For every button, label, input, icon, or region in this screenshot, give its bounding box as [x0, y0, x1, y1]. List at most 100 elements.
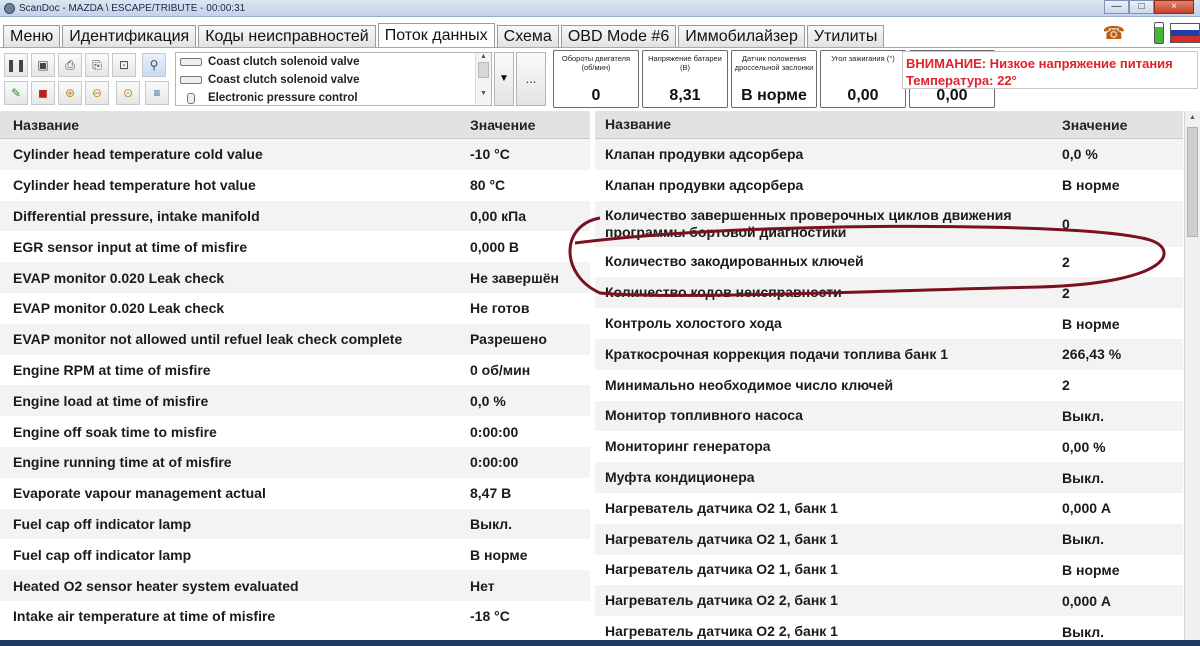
table-row[interactable]: Differential pressure, intake manifold 0,…: [0, 200, 590, 232]
tab-identification[interactable]: Идентификация: [62, 25, 197, 47]
close-button[interactable]: ×: [1154, 0, 1194, 14]
more-button[interactable]: ...: [516, 52, 546, 106]
table-row[interactable]: Engine RPM at time of misfire 0 об/мин: [0, 354, 590, 386]
cell-name: Differential pressure, intake manifold: [13, 207, 260, 224]
table-row[interactable]: Краткосрочная коррекция подачи топлива б…: [595, 338, 1183, 370]
maximize-button[interactable]: □: [1129, 0, 1154, 14]
tab-utilities[interactable]: Утилиты: [806, 25, 885, 47]
table-row[interactable]: Количество завершенных проверочных цикло…: [595, 200, 1183, 247]
list-item[interactable]: Electronic pressure control: [176, 89, 491, 107]
tab-trouble-codes[interactable]: Коды неисправностей: [198, 25, 376, 47]
table-row[interactable]: Контроль холостого хода В норме: [595, 308, 1183, 339]
russian-flag-icon[interactable]: [1170, 23, 1200, 43]
gauge-value: 0: [591, 87, 601, 104]
taskbar-strip: [0, 640, 1200, 646]
cell-name: Intake air temperature at time of misfir…: [13, 608, 276, 625]
column-header-value[interactable]: Значение: [457, 117, 590, 133]
column-header-name[interactable]: Название: [0, 117, 457, 133]
table-row[interactable]: Муфта кондиционера Выкл.: [595, 462, 1183, 493]
table-row[interactable]: Engine off soak time to misfire 0:00:00: [0, 416, 590, 447]
table-row[interactable]: Engine load at time of misfire 0,0 %: [0, 385, 590, 417]
pause-icon[interactable]: ❚❚: [4, 53, 28, 77]
gauge-engine-rpm[interactable]: Обороты двигателя (об/мин) 0: [553, 50, 639, 108]
table-row[interactable]: Fuel cap off indicator lamp В норме: [0, 539, 590, 571]
dropdown-button[interactable]: ▼: [494, 52, 514, 106]
tab-menu[interactable]: Меню: [3, 25, 61, 47]
cell-value: 0,00 %: [1062, 438, 1106, 455]
table-row[interactable]: Heated O2 sensor heater system evaluated…: [0, 570, 590, 601]
tab-obd-mode-6[interactable]: OBD Mode #6: [560, 25, 677, 47]
cell-name: Контроль холостого хода: [605, 315, 782, 332]
cell-value: 0,0 %: [1062, 146, 1098, 163]
cell-name: EVAP monitor not allowed until refuel le…: [13, 331, 403, 348]
toolbar: ❚❚ ▣ ⎙ ⎘ ⊡ ⚲ ✎ ◼ ⊕ ⊖ ⊙ ≡ Coast clutch so…: [0, 50, 1200, 110]
scroll-thumb[interactable]: [478, 62, 489, 78]
cell-value: 0:00:00: [470, 423, 519, 440]
gauge-value: 8,31: [669, 87, 701, 104]
gauge-throttle-position[interactable]: Датчик положения дроссельной заслонки В …: [731, 50, 817, 108]
tab-immobilizer[interactable]: Иммобилайзер: [678, 25, 805, 47]
cell-value: В норме: [1062, 561, 1120, 578]
table-row[interactable]: Fuel cap off indicator lamp Выкл.: [0, 508, 590, 540]
table-row[interactable]: Мониторинг генератора 0,00 %: [595, 431, 1183, 463]
cell-value: В норме: [470, 546, 528, 563]
table-row[interactable]: Нагреватель датчика O2 1, банк 1 Выкл.: [595, 523, 1183, 555]
table-row[interactable]: Количество закодированных ключей 2: [595, 246, 1183, 278]
table-row[interactable]: Количество кодов неисправности 2: [595, 277, 1183, 309]
scroll-down-icon[interactable]: ▼: [476, 90, 491, 97]
graph-mode-icon[interactable]: ⚲: [142, 53, 166, 77]
tab-diagram[interactable]: Схема: [496, 25, 559, 47]
table-row[interactable]: Нагреватель датчика O2 1, банк 1 0,000 А: [595, 492, 1183, 524]
scroll-up-icon[interactable]: ▲: [1185, 111, 1200, 125]
parameter-list[interactable]: Coast clutch solenoid valve Coast clutch…: [175, 52, 492, 106]
table-row[interactable]: Монитор топливного насоса Выкл.: [595, 400, 1183, 432]
cell-value: 2: [1062, 253, 1070, 270]
table-row[interactable]: Клапан продувки адсорбера В норме: [595, 169, 1183, 201]
print-icon[interactable]: ⎙: [58, 53, 82, 77]
table-row[interactable]: Cylinder head temperature cold value -10 …: [0, 139, 590, 170]
table-row[interactable]: Cylinder head temperature hot value 80 °C: [0, 169, 590, 201]
status-icons: ☎: [1100, 20, 1200, 46]
table-row[interactable]: EVAP monitor not allowed until refuel le…: [0, 323, 590, 355]
scroll-thumb[interactable]: [1187, 127, 1198, 237]
table-row[interactable]: Минимально необходимое число ключей 2: [595, 369, 1183, 401]
open-icon[interactable]: ⊡: [112, 53, 136, 77]
save-icon[interactable]: ▣: [31, 53, 55, 77]
table-row[interactable]: Нагреватель датчика O2 2, банк 1 0,000 А: [595, 585, 1183, 617]
cell-value: 0,000 А: [1062, 500, 1112, 517]
phone-icon[interactable]: ☎: [1100, 23, 1128, 43]
scroll-up-icon[interactable]: ▲: [476, 53, 491, 60]
zoom-in-icon[interactable]: ⊕: [58, 81, 82, 105]
cell-value: Выкл.: [1062, 531, 1105, 548]
table-row[interactable]: Intake air temperature at time of misfir…: [0, 600, 590, 632]
minimize-button[interactable]: —: [1104, 0, 1129, 14]
list-item[interactable]: Coast clutch solenoid valve: [176, 71, 491, 89]
column-header-value[interactable]: Значение: [1049, 117, 1183, 133]
list-scrollbar[interactable]: ▲ ▼: [475, 53, 491, 105]
record-icon[interactable]: ✎: [4, 81, 28, 105]
print-preview-icon[interactable]: ⎘: [85, 53, 109, 77]
tab-data-stream[interactable]: Поток данных: [377, 23, 495, 47]
stop-icon[interactable]: ◼: [31, 81, 55, 105]
table-row[interactable]: EVAP monitor 0.020 Leak check Не готов: [0, 292, 590, 324]
table-row[interactable]: Engine running time at of misfire 0:00:00: [0, 446, 590, 478]
table-row[interactable]: EGR sensor input at time of misfire 0,000…: [0, 231, 590, 263]
zoom-out-icon[interactable]: ⊖: [85, 81, 109, 105]
gauge-battery-voltage[interactable]: Напряжение батареи (В) 8,31: [642, 50, 728, 108]
cell-name: Нагреватель датчика O2 1, банк 1: [605, 530, 838, 547]
table-row[interactable]: Клапан продувки адсорбера 0,0 %: [595, 139, 1183, 170]
zoom-fit-icon[interactable]: ⊙: [116, 81, 140, 105]
table-scrollbar[interactable]: ▲: [1184, 111, 1200, 646]
warning-line-2: Температура: 22°: [906, 73, 1017, 88]
table-row[interactable]: Нагреватель датчика O2 1, банк 1 В норме: [595, 554, 1183, 586]
table-row[interactable]: EVAP monitor 0.020 Leak check Не завершён: [0, 262, 590, 293]
cell-value: Выкл.: [470, 515, 513, 532]
list-item[interactable]: Coast clutch solenoid valve: [176, 53, 491, 71]
column-header-name[interactable]: Название: [595, 116, 1049, 133]
valve-icon: [187, 92, 195, 104]
param-label: Electronic pressure control: [208, 92, 358, 104]
gauge-ignition-angle[interactable]: Угол зажигания (°) 0,00: [820, 50, 906, 108]
table-row[interactable]: Evaporate vapour management actual 8,47 В: [0, 477, 590, 509]
warning-line-1: ВНИМАНИЕ: Низкое напряжение питания: [906, 56, 1173, 71]
list-view-icon[interactable]: ≡: [145, 81, 169, 105]
